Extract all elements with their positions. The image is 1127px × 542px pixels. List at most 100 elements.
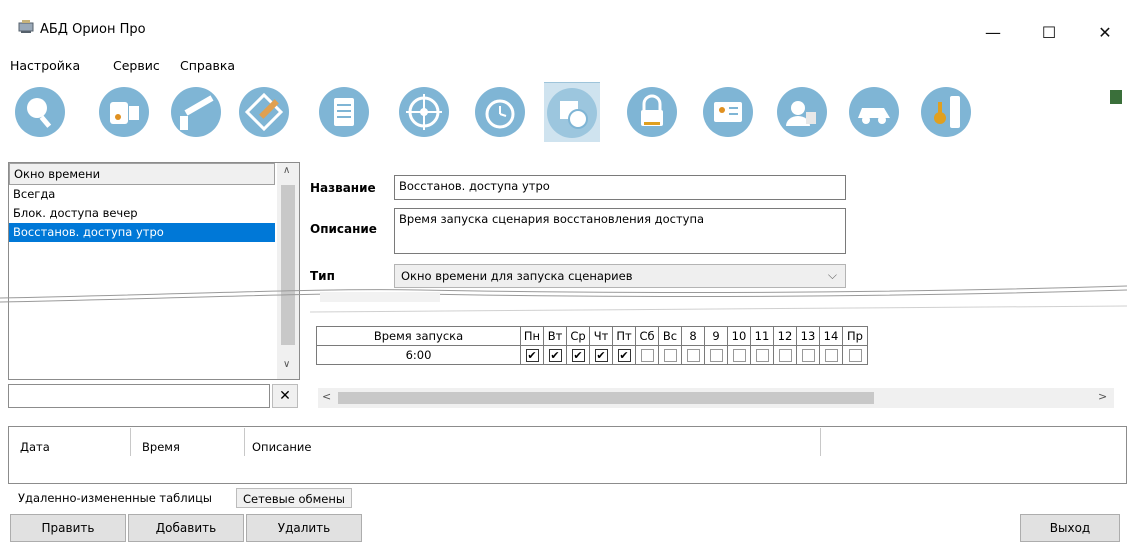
chevron-down-icon: ⌵: [827, 268, 837, 282]
grid-day-cell[interactable]: [681, 345, 705, 365]
scroll-thumb[interactable]: [338, 392, 874, 404]
checkbox-checked[interactable]: ✔: [571, 349, 585, 362]
checkbox-unchecked[interactable]: [709, 349, 723, 362]
maximize-button[interactable]: ☐: [1026, 14, 1072, 50]
id-card-icon: [703, 87, 753, 137]
minimize-button[interactable]: —: [970, 14, 1016, 50]
grid-day-cell[interactable]: ✔: [589, 345, 613, 365]
grid-day-cell[interactable]: [819, 345, 843, 365]
grid-header-time: Время запуска: [316, 326, 521, 346]
grid-day-cell[interactable]: ✔: [612, 345, 636, 365]
checkbox-unchecked[interactable]: [824, 349, 838, 362]
scroll-right-icon[interactable]: >: [1098, 390, 1107, 403]
clear-filter-button[interactable]: ✕: [272, 384, 298, 408]
document-icon: [319, 87, 369, 137]
filter-input[interactable]: [8, 384, 270, 408]
grid-day-cell[interactable]: ✔: [566, 345, 590, 365]
log-table: [8, 426, 1127, 484]
checkbox-unchecked[interactable]: [732, 349, 746, 362]
search-icon: [15, 87, 65, 137]
grid-header-day: Вс: [658, 326, 682, 346]
checkbox-unchecked[interactable]: [686, 349, 700, 362]
toolbar-card-button[interactable]: [700, 82, 756, 142]
checkbox-unchecked[interactable]: [663, 349, 677, 362]
grid-header-day: Сб: [635, 326, 659, 346]
checkbox-unchecked[interactable]: [755, 349, 769, 362]
toolbar-users-button[interactable]: [774, 82, 830, 142]
list-item-selected[interactable]: Восстанов. доступа утро: [9, 223, 275, 242]
car-icon: [849, 87, 899, 137]
grid-header-day: 8: [681, 326, 705, 346]
close-button[interactable]: ✕: [1082, 14, 1127, 50]
add-button[interactable]: Добавить: [128, 514, 244, 542]
name-field[interactable]: Восстанов. доступа утро: [394, 175, 846, 200]
checkbox-checked[interactable]: ✔: [525, 349, 539, 362]
menu-service[interactable]: Сервис: [113, 58, 160, 73]
exit-button[interactable]: Выход: [1020, 514, 1120, 542]
grid-day-cell[interactable]: ✔: [543, 345, 567, 365]
log-column-date[interactable]: Дата: [20, 440, 50, 454]
log-column-time[interactable]: Время: [142, 440, 180, 454]
toolbar-document-button[interactable]: [316, 82, 372, 142]
grid-day-cell[interactable]: [750, 345, 774, 365]
grid-day-cell[interactable]: [727, 345, 751, 365]
toolbar-barrier-button[interactable]: [168, 82, 224, 142]
column-divider: [820, 428, 821, 456]
list-item[interactable]: Блок. доступа вечер: [9, 204, 275, 223]
delete-button[interactable]: Удалить: [246, 514, 362, 542]
screenshot-tear-artifact: [0, 285, 1127, 313]
tab-remote-changed-tables[interactable]: Удаленно-измененные таблицы: [12, 488, 219, 510]
description-field[interactable]: Время запуска сценария восстановления до…: [394, 208, 846, 254]
checkbox-unchecked[interactable]: [801, 349, 815, 362]
lock-icon: [627, 87, 677, 137]
menu-settings[interactable]: Настройка: [10, 58, 80, 73]
list-item[interactable]: Всегда: [9, 185, 275, 204]
list-scrollbar[interactable]: ∧ ∨: [277, 163, 299, 379]
grid-day-cell[interactable]: ✔: [520, 345, 544, 365]
toolbar-search-button[interactable]: [12, 82, 68, 142]
list-header[interactable]: Окно времени: [9, 163, 275, 185]
grid-header-day: Чт: [589, 326, 613, 346]
grid-day-cell[interactable]: [658, 345, 682, 365]
grid-horizontal-scrollbar[interactable]: < >: [318, 388, 1114, 408]
toolbar-schedule-button[interactable]: [544, 82, 600, 142]
type-label: Тип: [310, 269, 335, 283]
schedule-grid: Время запуска Пн Вт Ср Чт Пт Сб Вс 8 9 1…: [316, 326, 868, 365]
edit-button[interactable]: Править: [10, 514, 126, 542]
grid-header-day: Пн: [520, 326, 544, 346]
checkbox-unchecked[interactable]: [640, 349, 654, 362]
toolbar-alarm-button[interactable]: [472, 82, 528, 142]
toolbar-key-button[interactable]: [918, 82, 974, 142]
toolbar-device-button[interactable]: [96, 82, 152, 142]
grid-header-day: 14: [819, 326, 843, 346]
grid-day-cell[interactable]: [842, 345, 868, 365]
checkbox-unchecked[interactable]: [778, 349, 792, 362]
grid-header-day: 10: [727, 326, 751, 346]
log-column-description[interactable]: Описание: [252, 440, 311, 454]
scroll-left-icon[interactable]: <: [322, 390, 331, 403]
scroll-down-icon[interactable]: ∨: [283, 359, 290, 370]
toolbar-map-button[interactable]: [236, 82, 292, 142]
users-icon: [777, 87, 827, 137]
grid-day-cell[interactable]: [796, 345, 820, 365]
grid-row[interactable]: 6:00 ✔ ✔ ✔ ✔ ✔: [316, 345, 868, 365]
scroll-up-icon[interactable]: ∧: [283, 165, 290, 176]
column-divider: [244, 428, 245, 456]
grid-day-cell[interactable]: [635, 345, 659, 365]
grid-view-icon[interactable]: [1110, 90, 1122, 104]
tab-network-exchanges[interactable]: Сетевые обмены: [236, 488, 352, 508]
toolbar-wheel-button[interactable]: [396, 82, 452, 142]
toolbar-car-button[interactable]: [846, 82, 902, 142]
grid-day-cell[interactable]: [773, 345, 797, 365]
checkbox-unchecked[interactable]: [848, 349, 862, 362]
toolbar-lock-button[interactable]: [624, 82, 680, 142]
grid-day-cell[interactable]: [704, 345, 728, 365]
time-window-list[interactable]: Окно времени Всегда Блок. доступа вечер …: [8, 162, 300, 380]
grid-time-cell[interactable]: 6:00: [316, 345, 521, 365]
checkbox-checked[interactable]: ✔: [594, 349, 608, 362]
checkbox-checked[interactable]: ✔: [617, 349, 631, 362]
name-label: Название: [310, 181, 376, 195]
menu-help[interactable]: Справка: [180, 58, 235, 73]
grid-header-row: Время запуска Пн Вт Ср Чт Пт Сб Вс 8 9 1…: [316, 326, 868, 346]
checkbox-checked[interactable]: ✔: [548, 349, 562, 362]
